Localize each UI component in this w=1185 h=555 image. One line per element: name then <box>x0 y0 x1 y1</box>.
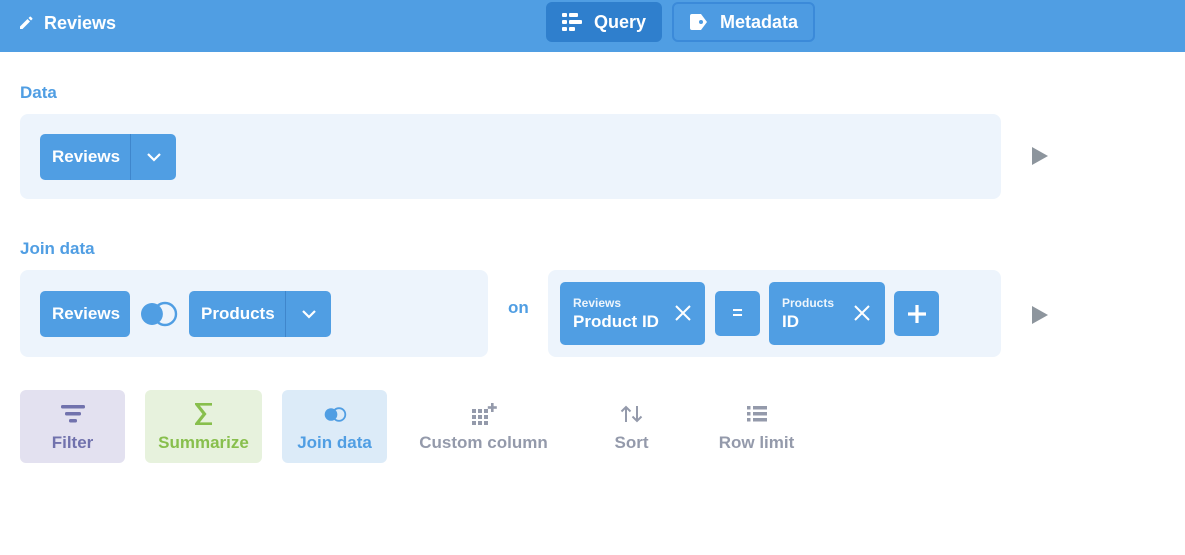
join-left-table[interactable]: Reviews <box>40 291 130 337</box>
join-right-table-picker[interactable]: Products <box>189 291 331 337</box>
join-left-table-label: Reviews <box>52 304 121 323</box>
join-right-column[interactable]: Products ID <box>769 282 885 345</box>
tab-metadata[interactable]: Metadata <box>672 2 815 42</box>
question-title-text: Reviews <box>44 12 117 33</box>
list-icon <box>746 406 767 422</box>
sort-button-label: Sort <box>614 433 649 452</box>
row-limit-button-label: Row limit <box>718 433 795 452</box>
join-left-column[interactable]: Reviews Product ID <box>560 282 705 345</box>
tab-metadata-label: Metadata <box>720 11 799 32</box>
plus-icon <box>907 304 926 323</box>
custom-column-button-label: Custom column <box>419 433 548 452</box>
join-data-button-label: Join data <box>297 433 372 452</box>
row-limit-button[interactable]: Row limit <box>708 390 805 463</box>
join-left-column-field: Product ID <box>573 312 659 331</box>
filter-button[interactable]: Filter <box>20 390 125 463</box>
join-section-label: Join data <box>20 239 95 258</box>
filter-button-label: Filter <box>51 433 94 452</box>
source-table-label: Reviews <box>52 147 121 166</box>
add-column-icon <box>471 403 497 425</box>
sigma-icon <box>194 403 212 425</box>
question-title[interactable]: Reviews <box>18 12 116 34</box>
preview-play-icon[interactable] <box>1032 306 1048 324</box>
tag-icon <box>690 14 707 30</box>
filter-icon <box>60 405 85 423</box>
summarize-button[interactable]: Summarize <box>145 390 262 463</box>
query-icon <box>562 13 582 31</box>
join-right-column-field: ID <box>782 312 799 331</box>
summarize-button-label: Summarize <box>158 433 249 452</box>
join-icon <box>324 406 346 422</box>
tab-query[interactable]: Query <box>546 2 662 42</box>
sort-icon <box>620 405 642 423</box>
close-icon[interactable] <box>853 304 871 322</box>
join-tables-panel: Reviews Products <box>20 270 488 357</box>
preview-play-icon[interactable] <box>1032 147 1048 165</box>
chevron-down-icon[interactable] <box>131 134 176 180</box>
sort-button[interactable]: Sort <box>600 390 663 463</box>
join-on-label: on <box>508 298 529 317</box>
join-right-column-table: Products <box>782 296 835 310</box>
pencil-icon <box>20 16 33 29</box>
join-right-table-label: Products <box>201 304 275 323</box>
join-operator-button[interactable]: = <box>715 291 760 336</box>
join-data-button[interactable]: Join data <box>282 390 387 463</box>
custom-column-button[interactable]: Custom column <box>413 390 554 463</box>
tab-query-label: Query <box>594 11 647 32</box>
close-icon[interactable] <box>674 304 692 322</box>
header-bar: Reviews Query Metadata <box>0 0 1185 52</box>
chevron-down-icon[interactable] <box>286 291 331 337</box>
data-step-panel: Reviews <box>20 114 1001 199</box>
join-left-column-table: Reviews <box>573 296 622 310</box>
source-table-picker[interactable]: Reviews <box>40 134 176 180</box>
join-type-icon[interactable] <box>138 301 180 327</box>
add-join-condition-button[interactable] <box>894 291 939 336</box>
data-section-label: Data <box>20 83 57 102</box>
